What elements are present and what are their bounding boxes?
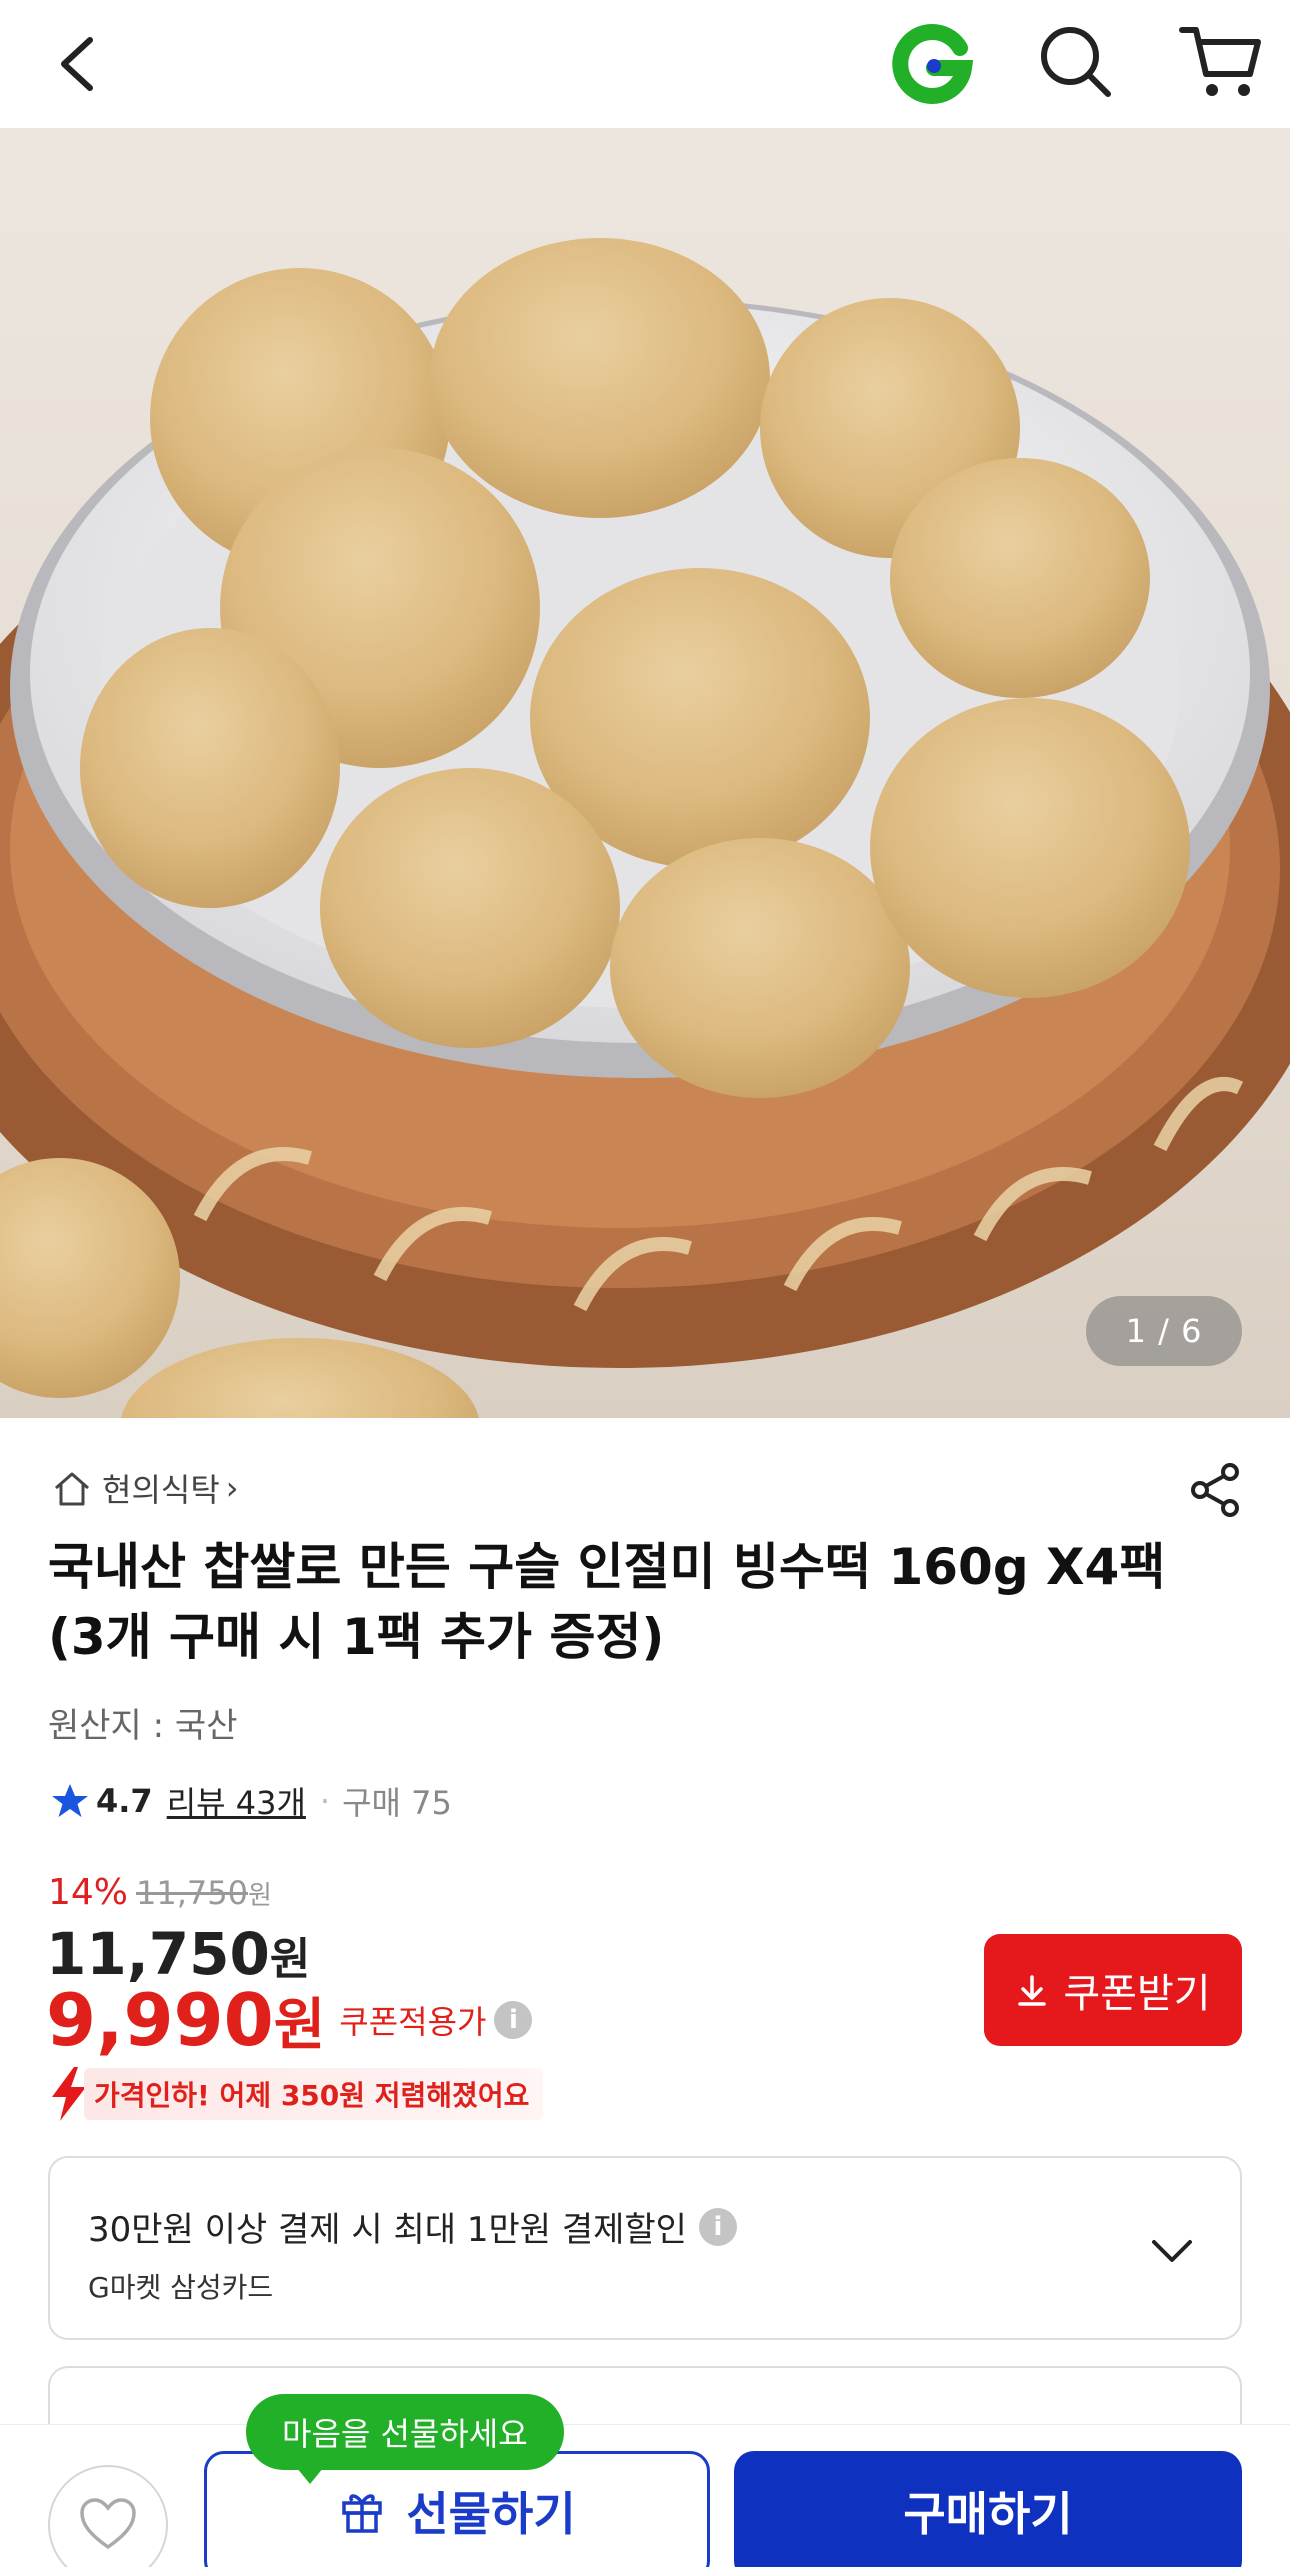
origin-label: 원산지 : 국산	[48, 1706, 238, 1746]
store-link[interactable]: 현의식탁 ›	[50, 1462, 239, 1514]
discount-percent: 14%	[48, 1872, 129, 1913]
store-name: 현의식탁	[102, 1471, 220, 1509]
wishlist-button[interactable]	[48, 2465, 168, 2567]
search-icon	[1041, 27, 1111, 97]
get-coupon-label: 쿠폰받기	[1063, 1972, 1211, 2016]
product-image-gallery[interactable]: 1 / 6	[0, 128, 1290, 1418]
card-discount-title-row: 30만원 이상 결제 시 최대 1만원 결제할인 i	[88, 2202, 737, 2251]
discount-row: 14% 11,750 원	[48, 1872, 272, 1913]
image-counter: 1 / 6	[1086, 1296, 1242, 1366]
chevron-right-icon: ›	[225, 1469, 239, 1507]
info-icon[interactable]: i	[494, 2001, 533, 2039]
share-icon	[1191, 1463, 1239, 1517]
download-icon	[1018, 1975, 1047, 2006]
price-drop-banner: 가격인하! 어제 350원 저렴해졌어요	[48, 2066, 544, 2122]
get-coupon-button[interactable]: 쿠폰받기	[984, 1934, 1242, 2046]
lightning-icon	[52, 2067, 86, 2121]
chevron-left-icon	[61, 37, 93, 91]
cart-icon	[1179, 27, 1261, 96]
original-price: 11,750	[136, 1874, 248, 1912]
share-button[interactable]	[1186, 1460, 1246, 1520]
bottom-action-bar: 선물하기 구매하기	[0, 2424, 1290, 2567]
rating-score: 4.7	[96, 1782, 153, 1820]
price-drop-text: 가격인하! 어제 350원 저렴해졌어요	[84, 2068, 544, 2120]
heart-icon	[80, 2498, 136, 2550]
coupon-price-label: 쿠폰적용가	[339, 2003, 487, 2041]
buy-button[interactable]: 구매하기	[734, 2451, 1242, 2567]
gift-icon	[342, 2494, 383, 2533]
info-icon[interactable]: i	[698, 2207, 737, 2246]
gift-tooltip-tail	[292, 2462, 328, 2484]
product-photo-injeolmi	[0, 238, 1290, 1418]
original-price-unit: 원	[247, 1881, 272, 1911]
search-button[interactable]	[1030, 16, 1120, 106]
card-discount-title: 30만원 이상 결제 시 최대 1만원 결제할인	[88, 2210, 687, 2250]
coupon-price-row: 9,990 원 쿠폰적용가 i	[46, 1978, 533, 2062]
coupon-price: 9,990	[46, 1978, 274, 2062]
back-button[interactable]	[40, 18, 130, 108]
separator-dot: ·	[319, 1782, 331, 1820]
star-icon	[52, 1784, 88, 1817]
coupon-price-unit: 원	[273, 1992, 326, 2058]
cart-button[interactable]	[1170, 16, 1270, 106]
gift-tooltip: 마음을 선물하세요	[246, 2394, 564, 2470]
gift-label: 선물하기	[406, 2487, 576, 2541]
purchase-count: 구매 75	[342, 1784, 452, 1822]
chevron-down-icon[interactable]	[1142, 2220, 1202, 2280]
review-count-link[interactable]: 리뷰 43개	[167, 1778, 306, 1824]
rating-row: 4.7 리뷰 43개 · 구매 75	[50, 1776, 452, 1826]
top-navigation-bar	[0, 0, 1290, 128]
home-icon	[55, 1472, 89, 1506]
card-discount-panel[interactable]: 30만원 이상 결제 시 최대 1만원 결제할인 i G마켓 삼성카드	[48, 2156, 1242, 2340]
product-title: 국내산 찹쌀로 만든 구슬 인절미 빙수떡 160g X4팩 (3개 구매 시 …	[48, 1538, 1166, 1666]
gmarket-logo[interactable]	[888, 18, 978, 108]
buy-label: 구매하기	[903, 2488, 1073, 2540]
card-discount-subtitle: G마켓 삼성카드	[88, 2271, 274, 2304]
gmarket-g-logo-icon	[892, 23, 974, 104]
